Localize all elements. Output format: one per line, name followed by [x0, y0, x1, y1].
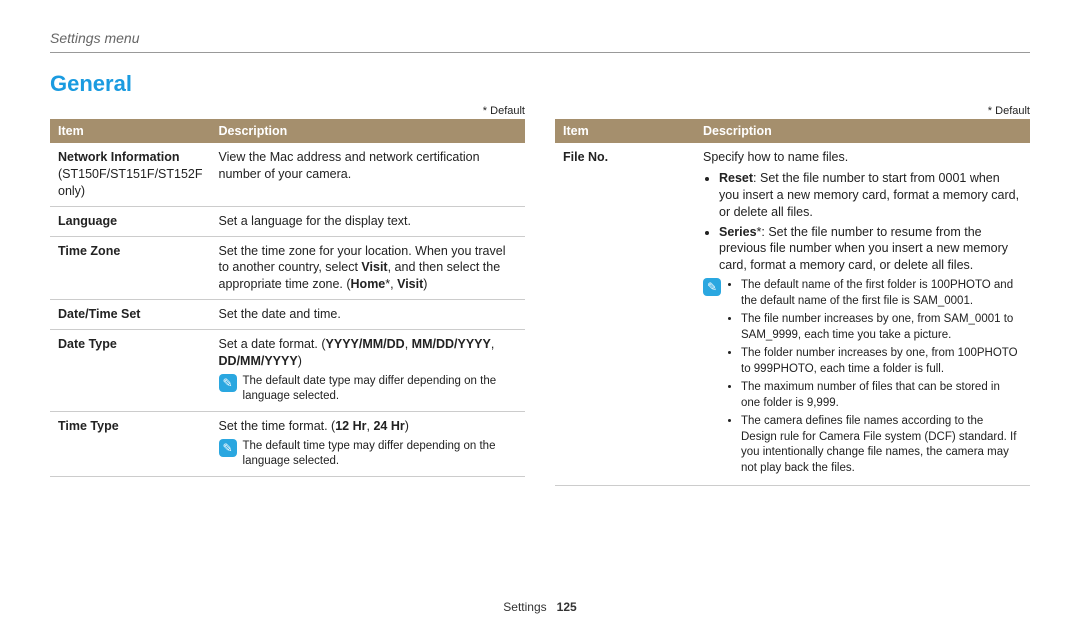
item-cell: Date/Time Set: [50, 300, 211, 330]
note: ✎The default date type may differ depend…: [219, 374, 517, 405]
description-cell: Set the time format. (12 Hr, 24 Hr)✎The …: [211, 411, 525, 476]
default-note-left: * Default: [50, 105, 525, 117]
table-row: Time TypeSet the time format. (12 Hr, 24…: [50, 411, 525, 476]
description-cell: View the Mac address and network certifi…: [211, 143, 525, 206]
description-cell: Specify how to name files.Reset: Set the…: [695, 143, 1030, 486]
description-cell: Set a language for the display text.: [211, 206, 525, 236]
table-row: Network Information(ST150F/ST151F/ST152F…: [50, 143, 525, 206]
table-row: File No.Specify how to name files.Reset:…: [555, 143, 1030, 486]
page-footer: Settings 125: [0, 600, 1080, 614]
right-column: * Default Item Description File No.Speci…: [555, 105, 1030, 486]
page-title: General: [50, 71, 1030, 97]
footer-label: Settings: [503, 600, 546, 614]
description-cell: Set a date format. (YYYY/MM/DD, MM/DD/YY…: [211, 330, 525, 412]
table-row: Date TypeSet a date format. (YYYY/MM/DD,…: [50, 330, 525, 412]
page: Settings menu General * Default Item Des…: [0, 0, 1080, 630]
item-cell: Network Information(ST150F/ST151F/ST152F…: [50, 143, 211, 206]
settings-table-left: Item Description Network Information(ST1…: [50, 119, 525, 477]
footer-page-number: 125: [557, 600, 577, 614]
note-icon: ✎: [703, 278, 721, 296]
th-desc: Description: [695, 119, 1030, 143]
left-column: * Default Item Description Network Infor…: [50, 105, 525, 486]
breadcrumb: Settings menu: [50, 30, 1030, 46]
table-row: LanguageSet a language for the display t…: [50, 206, 525, 236]
th-desc: Description: [211, 119, 525, 143]
th-item: Item: [50, 119, 211, 143]
description-cell: Set the date and time.: [211, 300, 525, 330]
item-cell: Language: [50, 206, 211, 236]
description-cell: Set the time zone for your location. Whe…: [211, 236, 525, 300]
note-icon: ✎: [219, 374, 237, 392]
divider: [50, 52, 1030, 53]
content-columns: * Default Item Description Network Infor…: [50, 105, 1030, 486]
note: ✎The default name of the first folder is…: [703, 278, 1022, 479]
note-icon: ✎: [219, 439, 237, 457]
table-row: Date/Time SetSet the date and time.: [50, 300, 525, 330]
item-cell: Time Zone: [50, 236, 211, 300]
table-row: Time ZoneSet the time zone for your loca…: [50, 236, 525, 300]
item-cell: File No.: [555, 143, 695, 486]
item-cell: Date Type: [50, 330, 211, 412]
th-item: Item: [555, 119, 695, 143]
note: ✎The default time type may differ depend…: [219, 439, 517, 470]
settings-table-right: Item Description File No.Specify how to …: [555, 119, 1030, 486]
default-note-right: * Default: [555, 105, 1030, 117]
item-cell: Time Type: [50, 411, 211, 476]
